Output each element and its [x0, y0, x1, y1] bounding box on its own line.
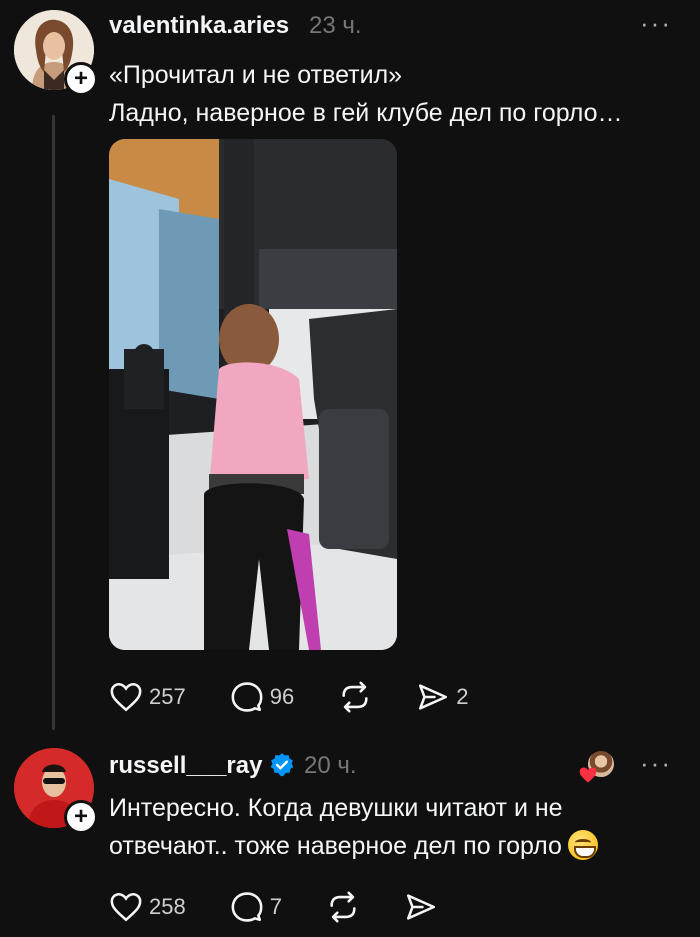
like-count: 257 [149, 684, 186, 709]
more-dots-icon[interactable]: ··· [640, 748, 672, 779]
post-text-line-1: «Прочитал и не ответил» [109, 61, 403, 89]
send-icon [419, 684, 448, 710]
comment-bubble-icon [231, 892, 263, 922]
send-icon [406, 894, 435, 920]
like-button[interactable]: 257 [109, 680, 186, 714]
comment-bubble-icon [231, 682, 263, 712]
reply-text-line-2-wrap: отвечают.. тоже наверное дел по горло [109, 827, 598, 865]
more-dots-icon[interactable]: ··· [640, 8, 672, 39]
reply-time: 20 ч. [304, 752, 357, 779]
heart-icon [110, 682, 142, 712]
grinning-face-emoji-icon [567, 830, 598, 860]
repost-icon [342, 681, 368, 713]
post-text-line-2: Ладно, наверное в гей клубе дел по горло… [109, 99, 623, 127]
reply-text-line-2: отвечают.. тоже наверное дел по горло [109, 832, 562, 860]
share-button[interactable]: 2 [416, 680, 468, 714]
repost-icon [330, 891, 356, 923]
gym-photo-icon [109, 139, 397, 650]
author-liked-heart-icon [579, 767, 597, 783]
thread-connector-line [52, 115, 55, 730]
share-count: 2 [456, 684, 469, 709]
reply-actions-bar: 258 7 [109, 887, 482, 927]
follow-plus-icon[interactable]: + [64, 800, 98, 834]
comment-button[interactable]: 96 [230, 680, 294, 714]
post-username[interactable]: valentinka.aries [109, 12, 289, 40]
post-actions-bar: 257 96 2 [109, 677, 512, 717]
heart-icon [110, 892, 142, 922]
like-button[interactable]: 258 [109, 890, 186, 924]
reply-text-line-1: Интересно. Когда девушки читают и не [109, 794, 563, 822]
reply-username[interactable]: russell___ray [109, 752, 262, 780]
post-media-image[interactable] [109, 139, 397, 650]
share-button[interactable] [404, 890, 438, 924]
repost-button[interactable] [326, 890, 360, 924]
follow-plus-icon[interactable]: + [64, 62, 98, 96]
repost-button[interactable] [338, 680, 372, 714]
comment-button[interactable]: 7 [230, 890, 282, 924]
like-count: 258 [149, 894, 186, 919]
verified-badge-icon [270, 753, 294, 777]
comment-count: 96 [269, 684, 295, 709]
post-time: 23 ч. [309, 12, 362, 39]
comment-count: 7 [269, 894, 282, 919]
